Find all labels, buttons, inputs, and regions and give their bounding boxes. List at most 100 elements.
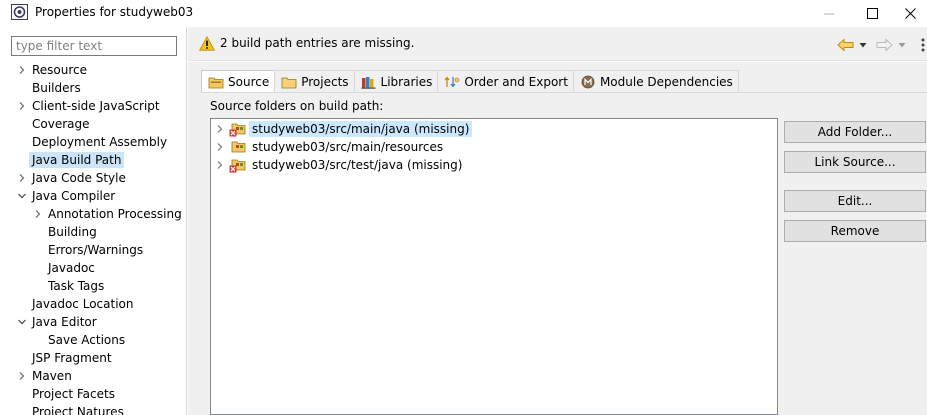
view-menu-icon[interactable] [919, 37, 927, 53]
missing-package-folder-icon [229, 159, 246, 173]
tab-divider [201, 92, 927, 93]
source-folder-item[interactable]: studyweb03/src/main/java (missing) [211, 120, 777, 138]
tab-libraries[interactable]: Libraries [353, 70, 439, 92]
property-page-tree: Resource Builders Client-side JavaScript Co… [0, 61, 186, 415]
nav-item-label: Resource [32, 63, 88, 77]
tab-label: Order and Export [464, 74, 568, 89]
nav-item[interactable]: Building [0, 223, 186, 241]
tab-source[interactable]: Source [201, 70, 276, 93]
tab-module-dependencies[interactable]: Module Dependencies [572, 70, 739, 92]
tab-bar: Source Projects Libraries Order and Export M… [201, 70, 739, 93]
chevron-right-icon[interactable] [17, 100, 27, 112]
missing-package-folder-icon [229, 123, 246, 137]
nav-item-label: Coverage [32, 117, 90, 131]
title-bar: Properties for studyweb03 [0, 0, 927, 27]
nav-item[interactable]: Java Editor [0, 313, 186, 331]
nav-item-label: Building [48, 225, 97, 239]
remove-button[interactable]: Remove [784, 220, 926, 242]
message-bar: 2 build path entries are missing. [188, 27, 927, 61]
nav-item[interactable]: Builders [0, 79, 186, 97]
warning-icon [199, 36, 215, 51]
nav-item[interactable]: Project Facets [0, 385, 186, 403]
navigation-panel: Resource Builders Client-side JavaScript Co… [0, 27, 187, 415]
nav-item[interactable]: Annotation Processing [0, 205, 186, 223]
nav-item[interactable]: Javadoc Location [0, 295, 186, 313]
nav-item-label: Java Build Path [29, 152, 125, 168]
link-source-button[interactable]: Link Source... [784, 151, 926, 173]
nav-item[interactable]: JSP Fragment [0, 349, 186, 367]
order-export-icon [444, 75, 460, 88]
tab-label: Libraries [380, 74, 433, 89]
source-folder-path: studyweb03/src/test/java (missing) [252, 158, 463, 172]
nav-item[interactable]: Java Code Style [0, 169, 186, 187]
back-arrow-icon[interactable] [837, 37, 855, 53]
edit-button[interactable]: Edit... [784, 190, 926, 212]
projects-icon [281, 77, 297, 88]
nav-item-label: Maven [32, 369, 72, 383]
nav-item-label: Java Editor [32, 315, 97, 329]
nav-item-label: Java Code Style [32, 171, 126, 185]
tab-projects[interactable]: Projects [274, 70, 355, 92]
close-button[interactable] [893, 0, 927, 27]
nav-item-label: Client-side JavaScript [32, 99, 160, 113]
nav-item[interactable]: Coverage [0, 115, 186, 133]
source-folder-item[interactable]: studyweb03/src/main/resources [211, 138, 777, 156]
nav-item[interactable]: Client-side JavaScript [0, 97, 186, 115]
nav-item-label: Javadoc [48, 261, 95, 275]
chevron-down-icon[interactable] [17, 316, 27, 328]
nav-item[interactable]: Project Natures [0, 403, 186, 415]
nav-item[interactable]: Java Compiler [0, 187, 186, 205]
nav-item[interactable]: Errors/Warnings [0, 241, 186, 259]
nav-item-label: Task Tags [48, 279, 105, 293]
nav-item[interactable]: Task Tags [0, 277, 186, 295]
source-folders-label: Source folders on build path: [210, 99, 384, 113]
nav-item-label: Annotation Processing [48, 207, 182, 221]
maximize-button[interactable] [849, 0, 895, 27]
module-icon [581, 75, 595, 88]
chevron-right-icon[interactable] [17, 370, 27, 382]
tab-label: Source [228, 75, 270, 89]
chevron-right-icon[interactable] [17, 64, 27, 76]
source-folder-path: studyweb03/src/main/resources [252, 140, 444, 154]
tab-label: Module Dependencies [599, 74, 733, 89]
source-folder-list[interactable]: studyweb03/src/main/java (missing) studyw… [210, 118, 778, 415]
forward-arrow-icon[interactable] [875, 37, 893, 53]
window-title: Properties for studyweb03 [35, 5, 194, 19]
nav-item-label: Java Compiler [32, 189, 116, 203]
package-folder-icon [231, 141, 246, 153]
nav-item-label: Errors/Warnings [48, 243, 144, 257]
back-dropdown-icon[interactable] [859, 41, 867, 49]
source-folder-icon [208, 77, 224, 89]
nav-item-label: Builders [32, 81, 81, 95]
nav-item-label: Save Actions [48, 333, 126, 347]
nav-item[interactable]: Maven [0, 367, 186, 385]
tab-label: Projects [301, 74, 349, 89]
nav-item-label: Project Facets [32, 387, 115, 401]
minimize-button[interactable] [806, 0, 852, 27]
nav-item[interactable]: Java Build Path [0, 151, 186, 169]
nav-item-label: Project Natures [32, 405, 124, 415]
nav-item-label: JSP Fragment [32, 351, 112, 365]
forward-dropdown-icon[interactable] [898, 41, 906, 49]
nav-item[interactable]: Save Actions [0, 331, 186, 349]
tab-order-and-export[interactable]: Order and Export [437, 70, 574, 92]
app-icon [11, 4, 28, 20]
source-folder-path: studyweb03/src/main/java (missing) [249, 121, 473, 137]
chevron-right-icon[interactable] [216, 142, 224, 152]
filter-input[interactable] [11, 36, 177, 56]
chevron-right-icon[interactable] [216, 160, 224, 170]
chevron-right-icon[interactable] [216, 124, 224, 134]
nav-item[interactable]: Deployment Assembly [0, 133, 186, 151]
minimize-icon [823, 13, 834, 15]
nav-item[interactable]: Javadoc [0, 259, 186, 277]
nav-item[interactable]: Resource [0, 61, 186, 79]
close-icon [904, 8, 916, 19]
page-navigation [837, 37, 927, 53]
nav-item-label: Javadoc Location [32, 297, 134, 311]
source-folder-item[interactable]: studyweb03/src/test/java (missing) [211, 156, 777, 174]
chevron-down-icon[interactable] [17, 190, 27, 202]
libraries-icon [361, 76, 376, 89]
chevron-right-icon[interactable] [17, 172, 27, 184]
chevron-right-icon[interactable] [33, 208, 43, 220]
add-folder-button[interactable]: Add Folder... [784, 121, 926, 143]
